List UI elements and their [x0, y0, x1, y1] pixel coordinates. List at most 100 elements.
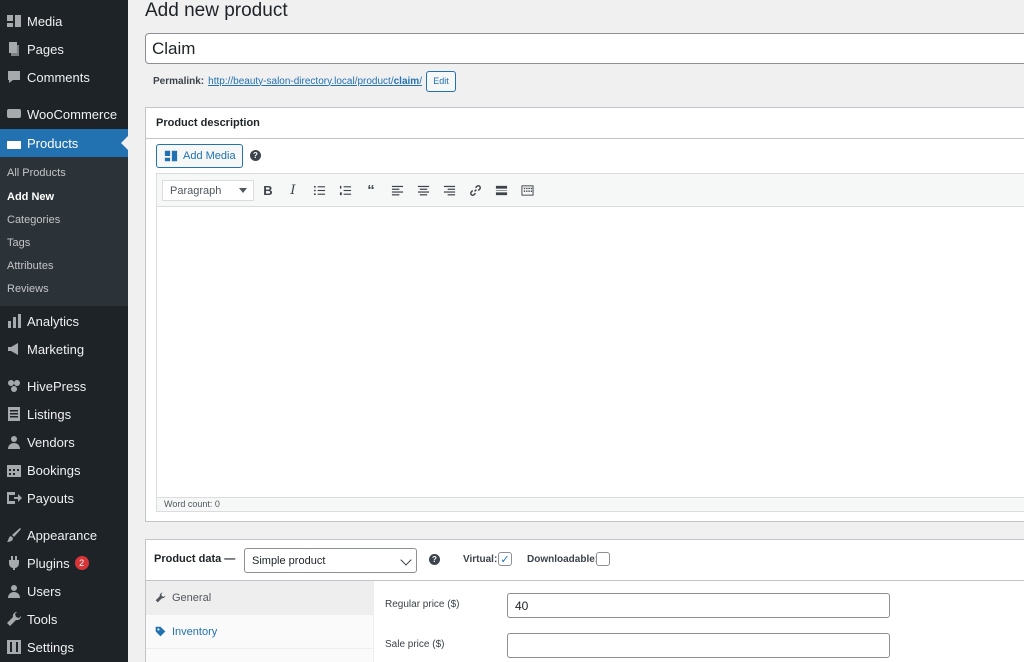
tab-general[interactable]: General: [146, 581, 373, 615]
sidebar-item-label: Tools: [27, 611, 58, 627]
brush-icon: [4, 525, 24, 545]
sidebar-item-label: Comments: [27, 69, 90, 85]
sidebar-item-listings[interactable]: Listings: [0, 400, 128, 428]
sidebar-item-payouts[interactable]: Payouts: [0, 484, 128, 512]
sidebar-item-label: Analytics: [27, 313, 80, 329]
add-media-button[interactable]: Add Media: [156, 144, 243, 168]
sidebar-item-label: Payouts: [27, 490, 74, 506]
sidebar-item-bookings[interactable]: Bookings: [0, 456, 128, 484]
sidebar-item-media[interactable]: Media: [0, 7, 128, 35]
read-more-icon[interactable]: [493, 182, 509, 198]
product-data-box: Product data — Simple product ? Virtual:…: [145, 539, 1024, 662]
submenu-attributes[interactable]: Attributes: [7, 260, 53, 272]
product-title-input[interactable]: [145, 33, 1024, 64]
listings-icon: [4, 404, 24, 424]
submenu-reviews[interactable]: Reviews: [7, 283, 49, 295]
editor-content-area[interactable]: [157, 207, 1024, 497]
calendar-icon: [4, 460, 24, 480]
products-icon: [4, 133, 24, 153]
format-select[interactable]: Paragraph: [162, 180, 254, 201]
permalink-link[interactable]: http://beauty-salon-directory.local/prod…: [208, 76, 422, 87]
link-icon[interactable]: [467, 182, 483, 198]
sale-price-label: Sale price ($): [385, 639, 445, 650]
sidebar-item-analytics[interactable]: Analytics: [0, 307, 128, 335]
sidebar-item-label: Appearance: [27, 527, 98, 543]
sidebar-item-vendors[interactable]: Vendors: [0, 428, 128, 456]
submenu-all-products[interactable]: All Products: [7, 167, 66, 179]
toolbar-toggle-icon[interactable]: [519, 182, 535, 198]
downloadable-checkbox[interactable]: [596, 552, 610, 566]
payouts-icon: [4, 488, 24, 508]
wrench-icon: [4, 609, 24, 629]
italic-icon[interactable]: I: [285, 182, 301, 198]
woocommerce-icon: [4, 104, 24, 124]
align-center-icon[interactable]: [415, 182, 431, 198]
description-editor: Paragraph B I “ Word count: 0: [156, 173, 1024, 512]
sidebar-item-marketing[interactable]: Marketing: [0, 335, 128, 363]
pages-icon: [4, 39, 24, 59]
sidebar-item-tools[interactable]: Tools: [0, 605, 128, 633]
analytics-icon: [4, 311, 24, 331]
sidebar-item-label: Media: [27, 13, 63, 29]
submenu-categories[interactable]: Categories: [7, 214, 60, 226]
bold-icon[interactable]: B: [260, 182, 276, 198]
page-title: Add new product: [145, 0, 288, 21]
align-left-icon[interactable]: [389, 182, 405, 198]
sidebar-item-users[interactable]: Users: [0, 577, 128, 605]
editor-toolbar: Paragraph B I “: [157, 174, 1024, 207]
plugins-update-badge: 2: [74, 556, 89, 570]
description-header: Product description: [146, 108, 1024, 139]
blockquote-icon[interactable]: “: [363, 182, 379, 199]
sidebar-item-label: Users: [27, 583, 61, 599]
admin-sidebar: Media Pages Comments WooCommerce Product…: [0, 0, 128, 662]
settings-icon: [4, 637, 24, 657]
products-submenu: All Products Add New Categories Tags Att…: [0, 157, 128, 306]
sidebar-item-plugins[interactable]: Plugins 2: [0, 549, 128, 577]
sale-price-input[interactable]: [507, 633, 890, 658]
sidebar-item-settings[interactable]: Settings: [0, 633, 128, 661]
users-icon: [4, 581, 24, 601]
submenu-tags[interactable]: Tags: [7, 237, 30, 249]
permalink-label: Permalink:: [153, 75, 205, 87]
sidebar-item-label: Pages: [27, 41, 64, 57]
media-icon: [4, 11, 24, 31]
comments-icon: [4, 67, 24, 87]
virtual-label: Virtual:: [463, 554, 498, 565]
numbered-list-icon[interactable]: [337, 182, 353, 198]
help-icon[interactable]: ?: [250, 150, 261, 161]
sidebar-item-appearance[interactable]: Appearance: [0, 521, 128, 549]
sidebar-item-label: HivePress: [27, 378, 87, 394]
sidebar-item-pages[interactable]: Pages: [0, 35, 128, 63]
sidebar-item-label: Plugins: [27, 555, 70, 571]
plugin-icon: [4, 553, 24, 573]
sidebar-item-label: Settings: [27, 639, 74, 655]
sidebar-item-comments[interactable]: Comments: [0, 63, 128, 91]
bullet-list-icon[interactable]: [311, 182, 327, 198]
regular-price-input[interactable]: 40: [507, 593, 890, 618]
sidebar-item-hivepress[interactable]: HivePress: [0, 372, 128, 400]
megaphone-icon: [4, 339, 24, 359]
sidebar-item-products[interactable]: Products: [0, 129, 128, 157]
sidebar-item-label: Vendors: [27, 434, 75, 450]
hivepress-icon: [4, 376, 24, 396]
permalink-edit-button[interactable]: Edit: [425, 70, 456, 92]
product-data-label: Product data —: [154, 553, 236, 565]
chevron-down-icon: [400, 554, 412, 566]
sidebar-item-label: Bookings: [27, 462, 81, 478]
product-data-header: Product data — Simple product ? Virtual:…: [146, 540, 1024, 581]
virtual-checkbox[interactable]: ✓: [498, 552, 512, 566]
vendors-icon: [4, 432, 24, 452]
sidebar-item-woocommerce[interactable]: WooCommerce: [0, 100, 128, 128]
product-type-select[interactable]: Simple product: [244, 548, 417, 573]
tab-inventory[interactable]: Inventory: [146, 615, 373, 649]
permalink-slug: claim: [393, 75, 420, 87]
tag-icon: [155, 626, 166, 637]
downloadable-label: Downloadable:: [527, 554, 599, 565]
help-icon[interactable]: ?: [429, 554, 440, 565]
submenu-add-new[interactable]: Add New: [7, 191, 54, 203]
align-right-icon[interactable]: [441, 182, 457, 198]
sidebar-item-label: Marketing: [27, 341, 85, 357]
wrench-icon: [155, 592, 166, 603]
sidebar-item-label: Products: [27, 135, 79, 151]
product-description-box: Product description Add Media ? Paragrap…: [145, 107, 1024, 522]
